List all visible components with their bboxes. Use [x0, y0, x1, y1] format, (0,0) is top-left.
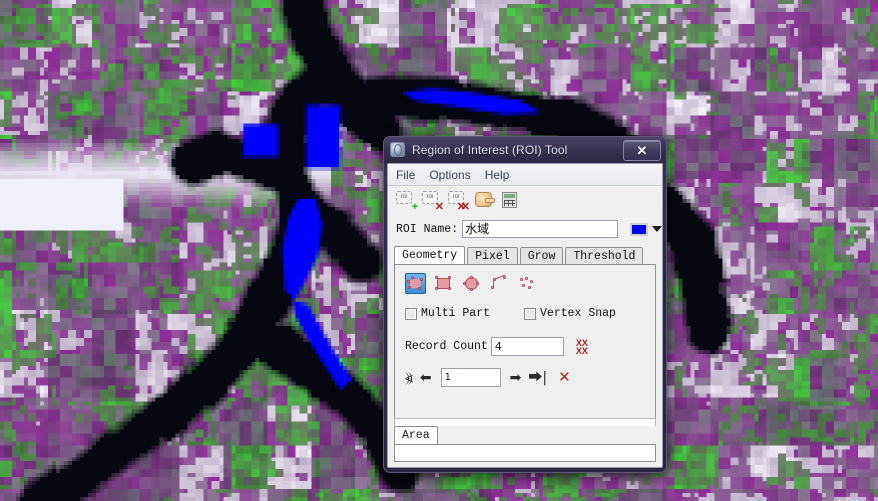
menubar: File Options Help: [388, 164, 662, 186]
globe-icon: [390, 142, 406, 158]
roi-color-swatch[interactable]: [630, 222, 648, 236]
rectangle-tool-icon[interactable]: [433, 273, 454, 294]
dialog-body: File Options Help roi + roi ✕ roi ✕ ✕ RO…: [387, 163, 663, 468]
roi-name-row: ROI Name: 水域: [388, 216, 662, 242]
record-count-row: Record Count 4 XX XX: [405, 337, 588, 356]
delete-all-roi-icon[interactable]: roi ✕ ✕: [448, 190, 470, 213]
ellipse-tool-icon[interactable]: [461, 273, 482, 294]
record-count-label: Record Count: [405, 340, 488, 353]
tab-pixel[interactable]: Pixel: [467, 247, 518, 265]
tab-area[interactable]: Area: [394, 426, 438, 445]
dialog-titlebar[interactable]: Region of Interest (ROI) Tool ✕: [384, 137, 666, 163]
dialog-title: Region of Interest (ROI) Tool: [412, 143, 568, 157]
chevron-down-icon[interactable]: [652, 226, 662, 232]
vertex-snap-label: Vertex Snap: [540, 307, 616, 320]
new-roi-icon[interactable]: roi +: [396, 190, 418, 213]
geometry-options-row: Multi Part Vertex Snap: [405, 307, 616, 320]
first-record-button[interactable]: ⦖: [405, 371, 413, 385]
vertex-snap-checkbox-box[interactable]: [524, 307, 537, 320]
panel-divider: [394, 418, 656, 426]
roi-name-input[interactable]: 水域: [462, 220, 618, 238]
points-tool-icon[interactable]: [517, 273, 538, 294]
bottom-tabstrip: Area: [394, 426, 656, 445]
tab-grow[interactable]: Grow: [519, 247, 564, 265]
polyline-tool-icon[interactable]: [489, 273, 510, 294]
previous-record-button[interactable]: ⬅: [420, 371, 432, 385]
multi-part-checkbox-box[interactable]: [405, 307, 417, 320]
shape-tools: [405, 273, 538, 294]
roi-name-label: ROI Name:: [396, 222, 459, 236]
polygon-tool-icon[interactable]: [405, 273, 426, 294]
vertex-snap-checkbox[interactable]: Vertex Snap: [524, 307, 616, 320]
tab-threshold[interactable]: Threshold: [565, 247, 644, 265]
tabstrip: Geometry Pixel Grow Threshold: [394, 246, 656, 265]
record-count-input[interactable]: 4: [490, 337, 564, 356]
area-panel: [394, 444, 656, 462]
roi-tool-dialog[interactable]: Region of Interest (ROI) Tool ✕ File Opt…: [383, 136, 667, 473]
record-navigation: ⦖ ⬅ 1 ➡ ⮕| ✕: [405, 368, 571, 387]
geometry-panel: Multi Part Vertex Snap Record Count 4 XX…: [394, 264, 656, 422]
multi-part-checkbox[interactable]: Multi Part: [405, 307, 490, 320]
last-record-button[interactable]: ⮕|: [528, 371, 547, 385]
menu-item-file[interactable]: File: [396, 168, 415, 182]
next-record-button[interactable]: ➡: [510, 371, 522, 385]
clear-all-records-icon[interactable]: XX XX: [576, 338, 588, 355]
screen: Region of Interest (ROI) Tool ✕ File Opt…: [0, 0, 878, 501]
pointer-hand-icon[interactable]: [474, 190, 495, 210]
close-button[interactable]: ✕: [623, 140, 661, 161]
multi-part-label: Multi Part: [421, 307, 491, 320]
menu-item-help[interactable]: Help: [485, 168, 510, 182]
roi-color-picker[interactable]: [630, 222, 662, 236]
delete-record-button[interactable]: ✕: [558, 370, 571, 385]
menu-item-options[interactable]: Options: [429, 168, 470, 182]
toolbar: roi + roi ✕ roi ✕ ✕: [388, 186, 662, 214]
tab-geometry[interactable]: Geometry: [394, 246, 466, 265]
record-index-input[interactable]: 1: [440, 368, 501, 387]
delete-roi-icon[interactable]: roi ✕: [422, 190, 444, 213]
statistics-calculator-icon[interactable]: [500, 190, 520, 210]
